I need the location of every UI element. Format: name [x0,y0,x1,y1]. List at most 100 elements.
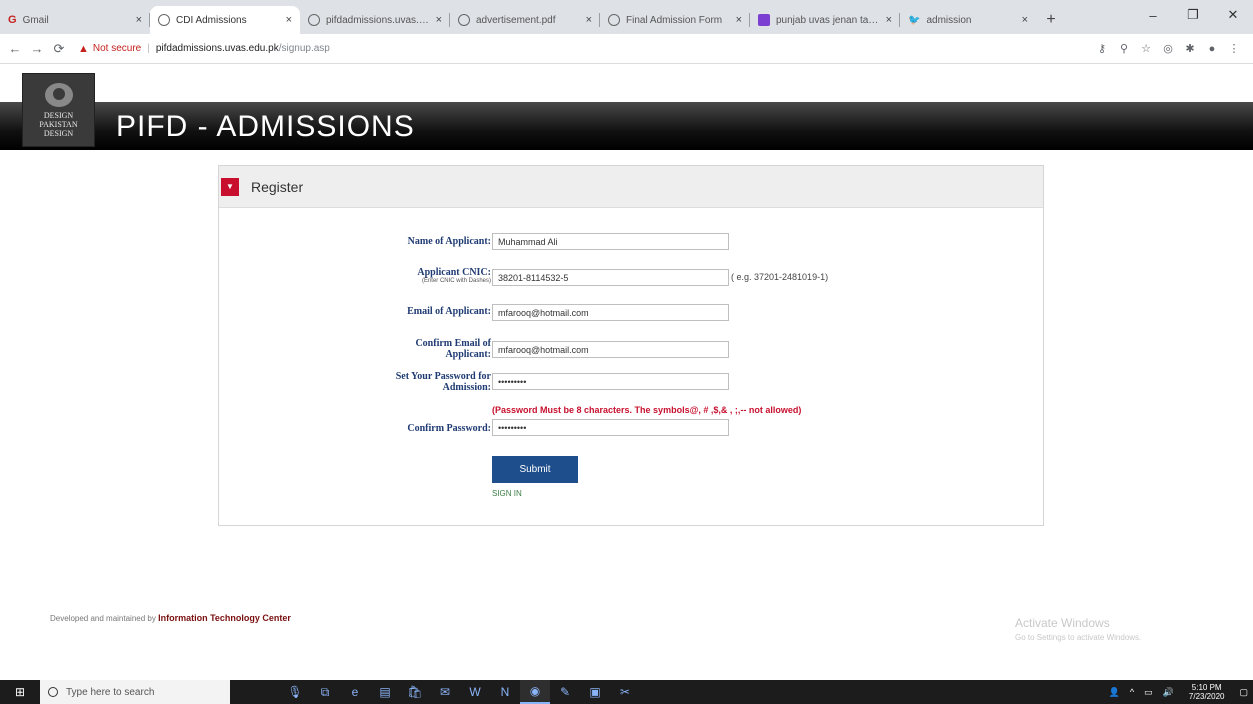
key-icon[interactable]: ⚷ [1091,42,1113,55]
purple-square-icon [758,14,770,26]
browser-tab-punjab-uvas[interactable]: punjab uvas jenan tanzi × [750,6,900,34]
close-icon[interactable]: × [286,14,292,26]
tab-label: pifdadmissions.uvas.edu [326,14,430,26]
search-placeholder: Type here to search [66,686,155,698]
zoom-icon[interactable]: ⚲ [1113,42,1135,55]
back-icon[interactable]: ← [4,41,26,56]
close-icon[interactable]: × [436,14,442,26]
browser-tab-admission[interactable]: 🐦 admission × [900,6,1036,34]
password-note: (Password Must be 8 characters. The symb… [492,405,802,415]
globe-icon [308,14,320,26]
footer-org-link[interactable]: Information Technology Center [158,613,291,623]
collapse-toggle-icon[interactable]: ▼ [221,177,239,196]
star-icon[interactable]: ☆ [1135,42,1157,55]
file-explorer-icon[interactable]: ▤ [370,680,400,704]
bird-icon: 🐦 [908,14,921,26]
reload-icon[interactable]: ⟳ [48,41,70,57]
sign-in-link[interactable]: SIGN IN [492,489,522,498]
close-icon[interactable]: × [886,14,892,26]
toolbar-icons: ⚷ ⚲ ☆ ◎ ✱ ● ⋮ [1091,42,1253,56]
tab-label: Gmail [22,14,49,26]
word-icon[interactable]: W [460,680,490,704]
extension-icon[interactable]: ◎ [1157,42,1179,55]
footer-prefix: Developed and maintained by [50,614,156,623]
submit-button[interactable]: Submit [492,456,578,483]
address-bar-row: ← → ⟳ ▲ Not secure | pifdadmissions.uvas… [0,34,1253,64]
cnic-hint: (Enter CNIC with Dashes) [421,278,491,284]
tab-label: punjab uvas jenan tanzi [776,14,880,26]
close-icon[interactable]: × [136,14,142,26]
paint-icon[interactable]: ✎ [550,680,580,704]
name-input[interactable] [492,233,729,250]
confirm-email-input[interactable] [492,341,729,358]
confirm-email-label: Confirm Email of Applicant: [415,338,491,360]
tab-label: CDI Admissions [176,14,247,26]
profile-icon[interactable]: ● [1201,43,1223,55]
close-window-icon[interactable]: ✕ [1213,0,1253,30]
cnic-example: ( e.g. 37201-2481019-1) [731,272,829,282]
people-icon[interactable]: 👤 [1109,687,1120,698]
new-tab-button[interactable]: + [1036,6,1066,34]
microphone-icon[interactable]: 🎙 [280,680,310,704]
task-view-icon[interactable]: ⧉ [310,680,340,704]
register-panel: ▼ Register Name of Applicant: Applicant … [218,165,1044,526]
confirm-password-label: Confirm Password: [407,423,491,434]
cnic-label: Applicant CNIC: (Enter CNIC with Dashes) [351,267,491,285]
pifd-logo[interactable]: DESIGN PAKISTAN DESIGN [22,73,95,147]
password-label: Set Your Password for Admission: [395,371,491,393]
globe-icon [458,14,470,26]
activate-windows-watermark: Activate Windows Go to Settings to activ… [1015,616,1142,642]
notifications-icon[interactable]: ▢ [1239,687,1248,698]
window-controls: – ❐ ✕ [1133,0,1253,30]
browser-tab-pifdadmissions[interactable]: pifdadmissions.uvas.edu × [300,6,450,34]
onenote-icon[interactable]: N [490,680,520,704]
windows-start-icon[interactable]: ⊞ [0,680,40,704]
chevron-up-icon[interactable]: ^ [1130,687,1134,697]
network-icon[interactable]: ▭ [1144,687,1153,698]
tab-label: advertisement.pdf [476,14,556,26]
confirm-password-input[interactable] [492,419,729,436]
browser-tab-advertisement[interactable]: advertisement.pdf × [450,6,600,34]
tab-label: Final Admission Form [626,14,723,26]
cnic-input[interactable] [492,269,729,286]
globe-icon [608,14,620,26]
browser-tab-strip: G Gmail × CDI Admissions × pifdadmission… [0,0,1253,34]
close-icon[interactable]: × [586,14,592,26]
panel-header: ▼ Register [219,166,1043,208]
password-input[interactable] [492,373,729,390]
maximize-icon[interactable]: ❐ [1173,0,1213,30]
close-icon[interactable]: × [736,14,742,26]
url-host: pifdadmissions.uvas.edu.pk [155,43,279,54]
cortana-icon [48,687,58,697]
photos-icon[interactable]: ▣ [580,680,610,704]
clock[interactable]: 5:10 PM 7/23/2020 [1184,683,1230,701]
store-icon[interactable]: 🛍 [400,680,430,704]
system-tray: 👤 ^ ▭ 🔊 5:10 PM 7/23/2020 ▢ [1104,680,1253,704]
panel-title: Register [251,178,304,195]
mail-icon[interactable]: ✉ [430,680,460,704]
menu-icon[interactable]: ⋮ [1223,42,1245,55]
tab-label: admission [926,14,972,26]
footer: Developed and maintained by Information … [50,613,291,623]
chrome-icon[interactable]: ◉ [520,680,550,704]
volume-icon[interactable]: 🔊 [1163,687,1174,698]
warning-icon: ▲ [78,42,89,55]
browser-tab-gmail[interactable]: G Gmail × [0,6,150,34]
email-input[interactable] [492,304,729,321]
browser-tab-cdi-admissions[interactable]: CDI Admissions × [150,6,300,34]
page-title: PIFD - ADMISSIONS [116,110,415,143]
logo-mark-icon [44,82,73,107]
taskbar: ⊞ Type here to search 🎙 ⧉ e ▤ 🛍 ✉ W N ◉ … [0,680,1253,704]
snip-icon[interactable]: ✂ [610,680,640,704]
puzzle-icon[interactable]: ✱ [1179,42,1201,55]
close-icon[interactable]: × [1022,14,1028,26]
globe-icon [158,14,170,26]
minimize-icon[interactable]: – [1133,0,1173,30]
edge-icon[interactable]: e [340,680,370,704]
forward-icon[interactable]: → [26,41,48,56]
url-bar[interactable]: ▲ Not secure | pifdadmissions.uvas.edu.p… [70,38,1091,60]
name-label: Name of Applicant: [407,236,491,247]
not-secure-label: Not secure [92,43,142,54]
taskbar-search[interactable]: Type here to search [40,680,230,704]
browser-tab-final-admission-form[interactable]: Final Admission Form × [600,6,750,34]
